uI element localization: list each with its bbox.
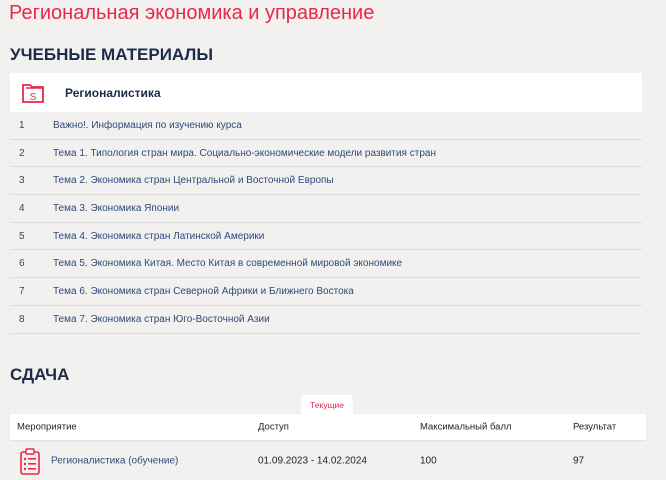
- col-access: Доступ: [258, 421, 289, 433]
- item-number: 6: [19, 258, 25, 270]
- item-number: 1: [19, 119, 25, 131]
- material-link[interactable]: Тема 1. Типология стран мира. Социально-…: [53, 148, 436, 159]
- list-item: 5 Тема 4. Экономика стран Латинской Амери…: [10, 223, 642, 251]
- tab-current[interactable]: Текущие: [301, 395, 353, 415]
- material-link[interactable]: Важно!. Информация по изучению курса: [53, 120, 242, 131]
- table-row: Регионалистика (обучение) 01.09.2023 - 1…: [10, 442, 646, 480]
- material-link[interactable]: Тема 4. Экономика стран Латинской Америк…: [53, 231, 264, 242]
- item-number: 3: [19, 175, 25, 187]
- max-score: 100: [420, 455, 437, 467]
- svg-text:S: S: [30, 92, 37, 103]
- item-number: 7: [19, 285, 25, 297]
- course-header[interactable]: S Регионалистика: [10, 73, 642, 112]
- table-header: Мероприятие Доступ Максимальный балл Рез…: [10, 414, 646, 440]
- list-item: 2 Тема 1. Типология стран мира. Социально…: [10, 140, 642, 168]
- page-title: Региональная экономика и управление: [9, 2, 375, 24]
- col-max: Максимальный балл: [420, 421, 512, 433]
- list-item: 6 Тема 5. Экономика Китая. Место Китая в …: [10, 250, 642, 279]
- item-number: 2: [19, 147, 25, 159]
- list-item: 8 Тема 7. Экономика стран Юго-Восточной А…: [10, 306, 642, 334]
- material-link[interactable]: Тема 3. Экономика Японии: [53, 203, 179, 214]
- col-event: Мероприятие: [17, 421, 77, 433]
- access-period: 01.09.2023 - 14.02.2024: [258, 455, 367, 467]
- submission-heading: СДАЧА: [10, 365, 70, 384]
- item-number: 8: [19, 313, 25, 325]
- list-item: 3 Тема 2. Экономика стран Центральной и В…: [10, 167, 642, 196]
- item-number: 4: [19, 202, 25, 214]
- course-name: Регионалистика: [65, 85, 161, 100]
- material-link[interactable]: Тема 7. Экономика стран Юго-Восточной Аз…: [53, 314, 270, 325]
- material-link[interactable]: Тема 6. Экономика стран Северной Африки …: [53, 286, 354, 297]
- event-link[interactable]: Регионалистика (обучение): [51, 456, 178, 467]
- materials-list: 1 Важно!. Информация по изучению курса 2 Те…: [10, 112, 642, 334]
- clipboard-list-icon: [20, 448, 40, 475]
- material-link[interactable]: Тема 5. Экономика Китая. Место Китая в с…: [53, 258, 402, 269]
- material-link[interactable]: Тема 2. Экономика стран Центральной и Во…: [53, 175, 334, 186]
- list-item: 1 Важно!. Информация по изучению курса: [10, 112, 642, 140]
- list-item: 7 Тема 6. Экономика стран Северной Африки…: [10, 278, 642, 306]
- result-score: 97: [573, 455, 585, 467]
- folder-icon: S: [22, 83, 44, 103]
- item-number: 5: [19, 230, 25, 242]
- col-result: Результат: [573, 421, 617, 433]
- materials-heading: УЧЕБНЫЕ МАТЕРИАЛЫ: [10, 45, 213, 64]
- list-item: 4 Тема 3. Экономика Японии: [10, 195, 642, 223]
